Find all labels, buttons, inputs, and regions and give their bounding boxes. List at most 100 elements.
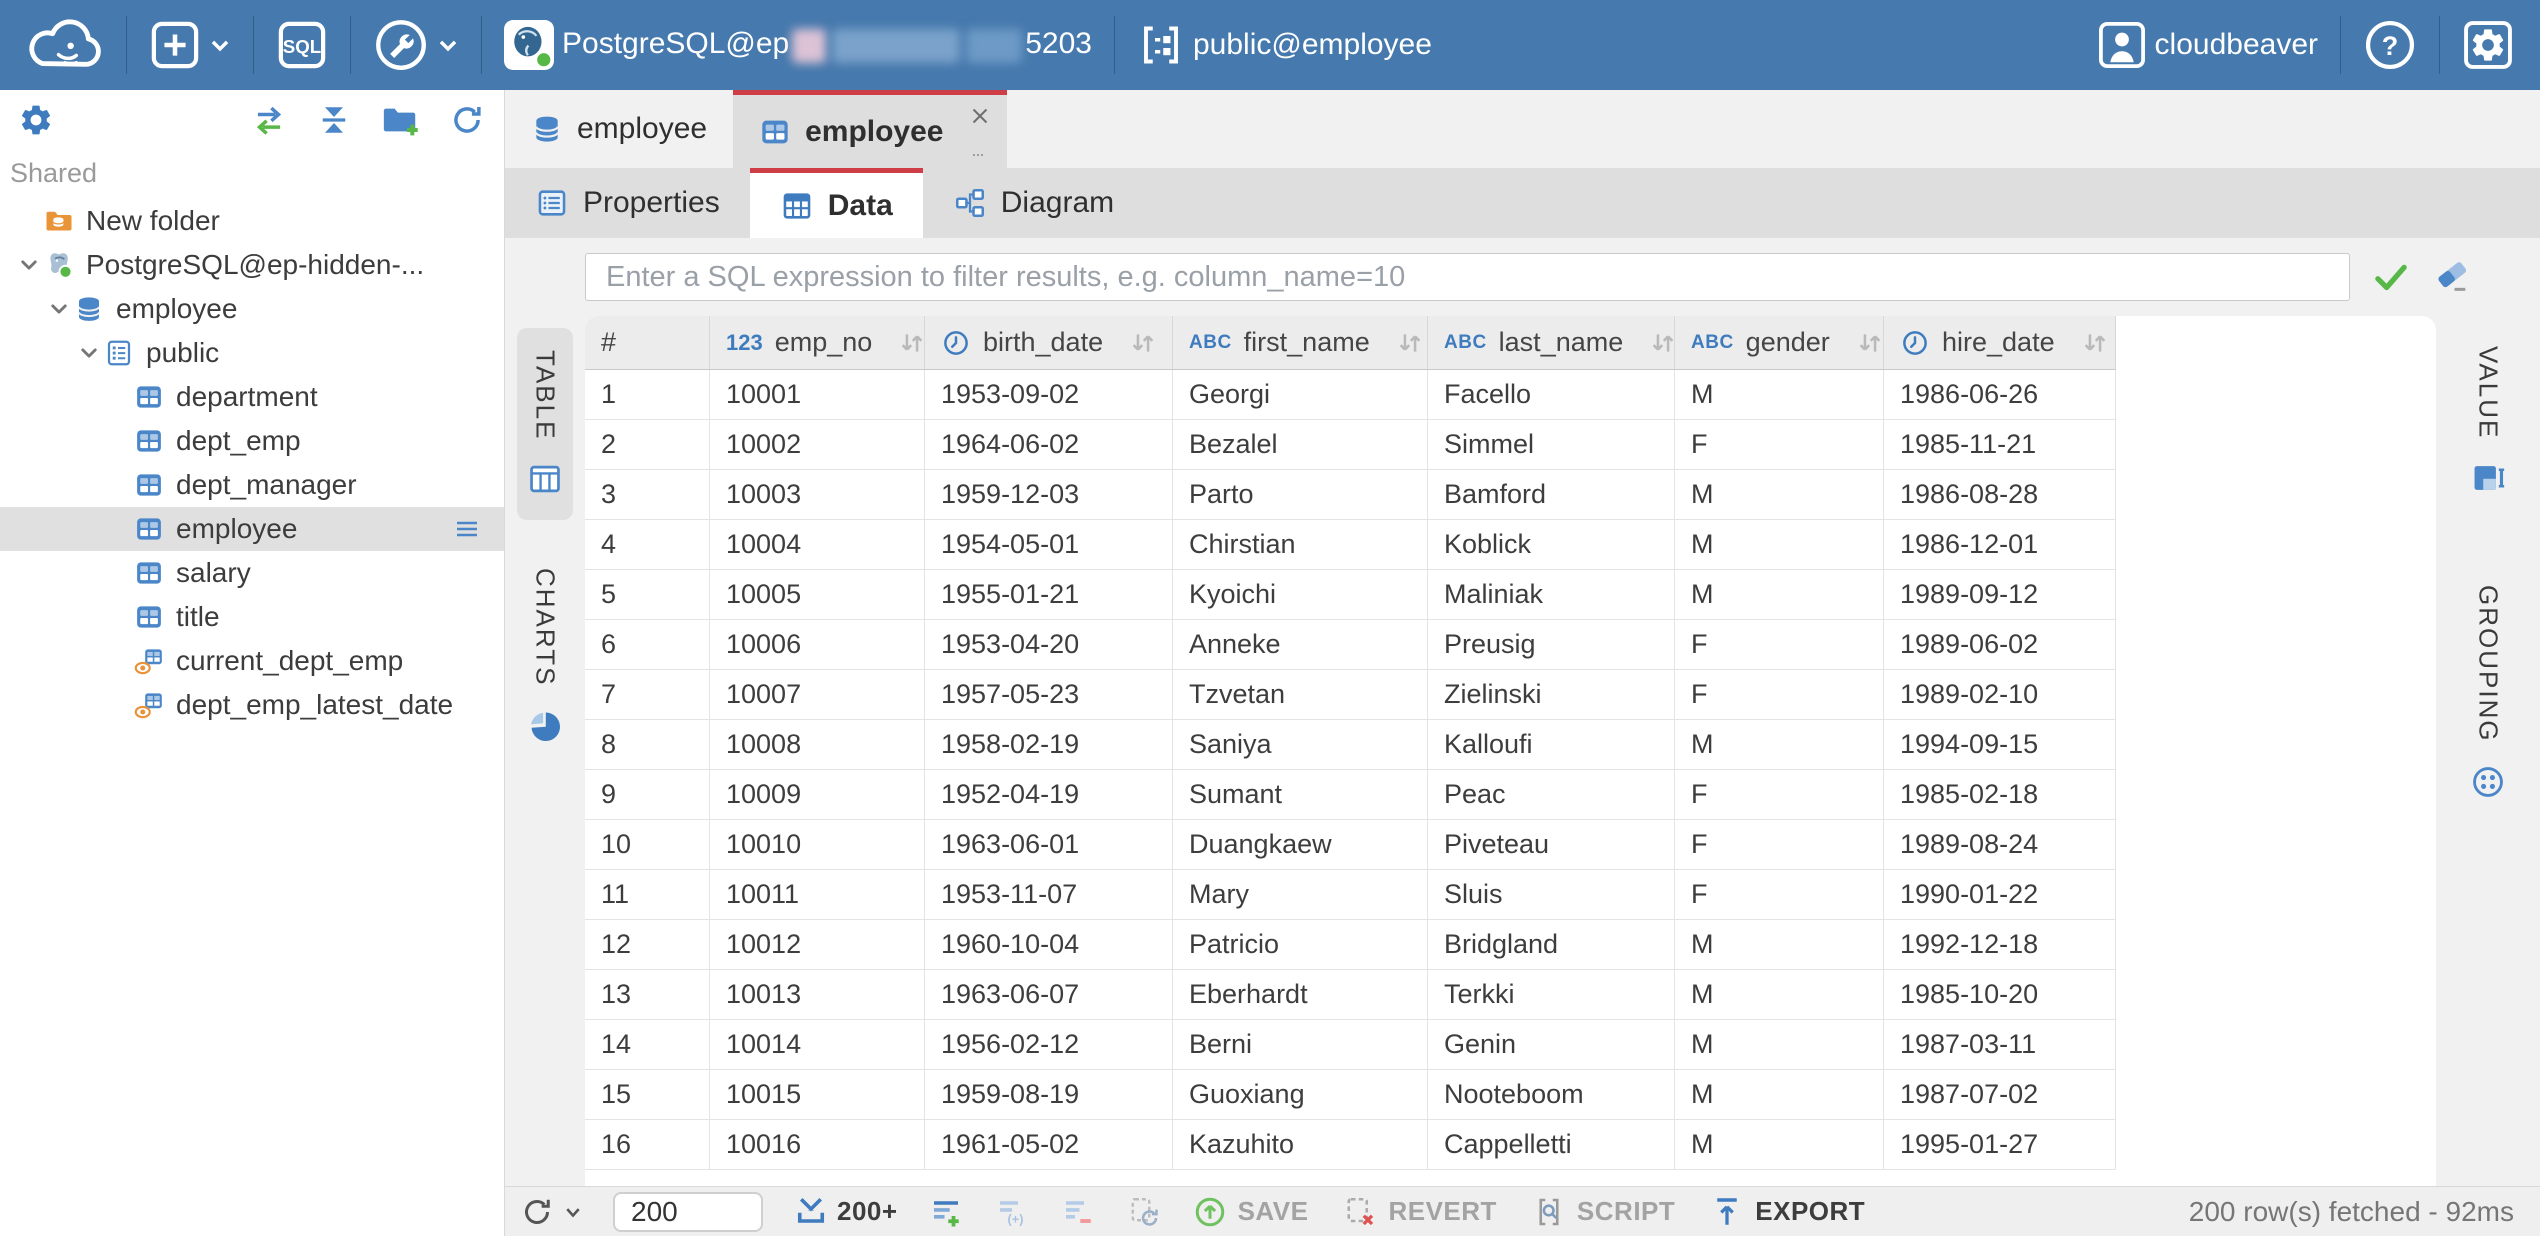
table-row[interactable]: 3100031959-12-03PartoBamfordM1986-08-28 <box>585 470 2116 520</box>
data-cell-last_name[interactable]: Peac <box>1428 770 1675 819</box>
export-button[interactable]: EXPORT <box>1709 1194 1865 1230</box>
data-cell-gender[interactable]: F <box>1675 870 1884 919</box>
editor-tab-employee-active[interactable]: employee <box>733 90 1007 168</box>
data-cell-gender[interactable]: F <box>1675 670 1884 719</box>
tab-properties[interactable]: Properties <box>505 168 750 238</box>
data-cell-gender[interactable]: M <box>1675 1070 1884 1119</box>
sort-icon[interactable] <box>1854 327 1886 359</box>
data-cell-emp_no[interactable]: 10009 <box>710 770 925 819</box>
sort-icon[interactable] <box>1127 327 1159 359</box>
new-folder-button[interactable] <box>380 101 420 139</box>
fetch-size-input[interactable] <box>613 1192 763 1232</box>
connection-selector[interactable]: PostgreSQL@ep5203 <box>504 20 1092 70</box>
table-row[interactable]: 10100101963-06-01DuangkaewPiveteauF1989-… <box>585 820 2116 870</box>
add-row-button[interactable] <box>928 1194 964 1230</box>
column-header-birth_date[interactable]: birth_date <box>925 316 1173 369</box>
data-cell-first_name[interactable]: Chirstian <box>1173 520 1428 569</box>
fetch-next-page-button[interactable]: 200+ <box>793 1194 898 1230</box>
data-cell-birth_date[interactable]: 1953-09-02 <box>925 370 1173 419</box>
row-number-cell[interactable]: 12 <box>585 920 710 969</box>
data-cell-last_name[interactable]: Koblick <box>1428 520 1675 569</box>
data-cell-hire_date[interactable]: 1987-07-02 <box>1884 1070 2116 1119</box>
table-row[interactable]: 14100141956-02-12BerniGeninM1987-03-11 <box>585 1020 2116 1070</box>
data-cell-first_name[interactable]: Tzvetan <box>1173 670 1428 719</box>
data-cell-first_name[interactable]: Bezalel <box>1173 420 1428 469</box>
data-cell-gender[interactable]: M <box>1675 570 1884 619</box>
row-number-cell[interactable]: 10 <box>585 820 710 869</box>
schema-selector[interactable]: public@employee <box>1137 21 1432 69</box>
row-number-cell[interactable]: 3 <box>585 470 710 519</box>
data-cell-last_name[interactable]: Kalloufi <box>1428 720 1675 769</box>
data-cell-first_name[interactable]: Kyoichi <box>1173 570 1428 619</box>
data-cell-first_name[interactable]: Guoxiang <box>1173 1070 1428 1119</box>
sort-icon[interactable] <box>896 327 928 359</box>
chevron-down-icon[interactable] <box>14 250 44 280</box>
data-cell-birth_date[interactable]: 1954-05-01 <box>925 520 1173 569</box>
data-cell-hire_date[interactable]: 1989-02-10 <box>1884 670 2116 719</box>
data-cell-first_name[interactable]: Berni <box>1173 1020 1428 1069</box>
presentation-tab-grouping[interactable]: GROUPING <box>2460 563 2516 823</box>
data-cell-birth_date[interactable]: 1959-12-03 <box>925 470 1173 519</box>
data-cell-last_name[interactable]: Bridgland <box>1428 920 1675 969</box>
data-cell-emp_no[interactable]: 10011 <box>710 870 925 919</box>
table-row[interactable]: 15100151959-08-19GuoxiangNooteboomM1987-… <box>585 1070 2116 1120</box>
column-header-first_name[interactable]: ABCfirst_name <box>1173 316 1428 369</box>
data-cell-gender[interactable]: M <box>1675 470 1884 519</box>
data-cell-birth_date[interactable]: 1952-04-19 <box>925 770 1173 819</box>
sidebar-settings-button[interactable] <box>18 102 54 138</box>
data-cell-birth_date[interactable]: 1956-02-12 <box>925 1020 1173 1069</box>
data-cell-hire_date[interactable]: 1987-03-11 <box>1884 1020 2116 1069</box>
table-row[interactable]: 1100011953-09-02GeorgiFacelloM1986-06-26 <box>585 370 2116 420</box>
cloudbeaver-logo[interactable] <box>26 16 104 74</box>
tree-item-department[interactable]: department <box>0 375 504 419</box>
sort-icon[interactable] <box>1394 327 1426 359</box>
sql-filter-input[interactable] <box>585 253 2350 301</box>
data-cell-hire_date[interactable]: 1994-09-15 <box>1884 720 2116 769</box>
table-row[interactable]: 7100071957-05-23TzvetanZielinskiF1989-02… <box>585 670 2116 720</box>
data-cell-first_name[interactable]: Saniya <box>1173 720 1428 769</box>
data-cell-gender[interactable]: M <box>1675 520 1884 569</box>
tree-item-new-folder[interactable]: New folder <box>0 199 504 243</box>
tree-item-employee[interactable]: employee <box>0 287 504 331</box>
data-cell-last_name[interactable]: Genin <box>1428 1020 1675 1069</box>
column-header-hire_date[interactable]: hire_date <box>1884 316 2116 369</box>
row-number-cell[interactable]: 2 <box>585 420 710 469</box>
apply-filter-button[interactable] <box>2370 256 2412 298</box>
tree-item-public[interactable]: public <box>0 331 504 375</box>
data-cell-emp_no[interactable]: 10008 <box>710 720 925 769</box>
data-cell-emp_no[interactable]: 10013 <box>710 970 925 1019</box>
tree-item-salary[interactable]: salary <box>0 551 504 595</box>
data-cell-emp_no[interactable]: 10003 <box>710 470 925 519</box>
data-cell-emp_no[interactable]: 10012 <box>710 920 925 969</box>
table-row[interactable]: 12100121960-10-04PatricioBridglandM1992-… <box>585 920 2116 970</box>
tree-item-dept-emp[interactable]: dept_emp <box>0 419 504 463</box>
table-row[interactable]: 16100161961-05-02KazuhitoCappellettiM199… <box>585 1120 2116 1170</box>
refresh-data-button[interactable] <box>519 1194 583 1230</box>
row-number-cell[interactable]: 15 <box>585 1070 710 1119</box>
data-cell-hire_date[interactable]: 1985-11-21 <box>1884 420 2116 469</box>
data-cell-last_name[interactable]: Preusig <box>1428 620 1675 669</box>
row-number-cell[interactable]: 16 <box>585 1120 710 1169</box>
data-cell-emp_no[interactable]: 10001 <box>710 370 925 419</box>
row-number-cell[interactable]: 9 <box>585 770 710 819</box>
data-cell-last_name[interactable]: Zielinski <box>1428 670 1675 719</box>
sort-icon[interactable] <box>2079 327 2111 359</box>
item-menu-handle-icon[interactable] <box>452 514 482 544</box>
data-cell-hire_date[interactable]: 1995-01-27 <box>1884 1120 2116 1169</box>
settings-button[interactable] <box>2462 19 2514 71</box>
table-row[interactable]: 9100091952-04-19SumantPeacF1985-02-18 <box>585 770 2116 820</box>
table-row[interactable]: 4100041954-05-01ChirstianKoblickM1986-12… <box>585 520 2116 570</box>
data-cell-gender[interactable]: M <box>1675 1020 1884 1069</box>
data-cell-hire_date[interactable]: 1986-08-28 <box>1884 470 2116 519</box>
data-cell-gender[interactable]: F <box>1675 770 1884 819</box>
data-cell-gender[interactable]: M <box>1675 970 1884 1019</box>
chevron-down-icon[interactable] <box>74 338 104 368</box>
new-object-button[interactable] <box>149 19 231 71</box>
row-number-cell[interactable]: 4 <box>585 520 710 569</box>
data-cell-gender[interactable]: F <box>1675 620 1884 669</box>
tab-data[interactable]: Data <box>750 168 923 238</box>
data-cell-birth_date[interactable]: 1964-06-02 <box>925 420 1173 469</box>
data-cell-emp_no[interactable]: 10002 <box>710 420 925 469</box>
data-cell-hire_date[interactable]: 1989-09-12 <box>1884 570 2116 619</box>
data-cell-gender[interactable]: M <box>1675 920 1884 969</box>
